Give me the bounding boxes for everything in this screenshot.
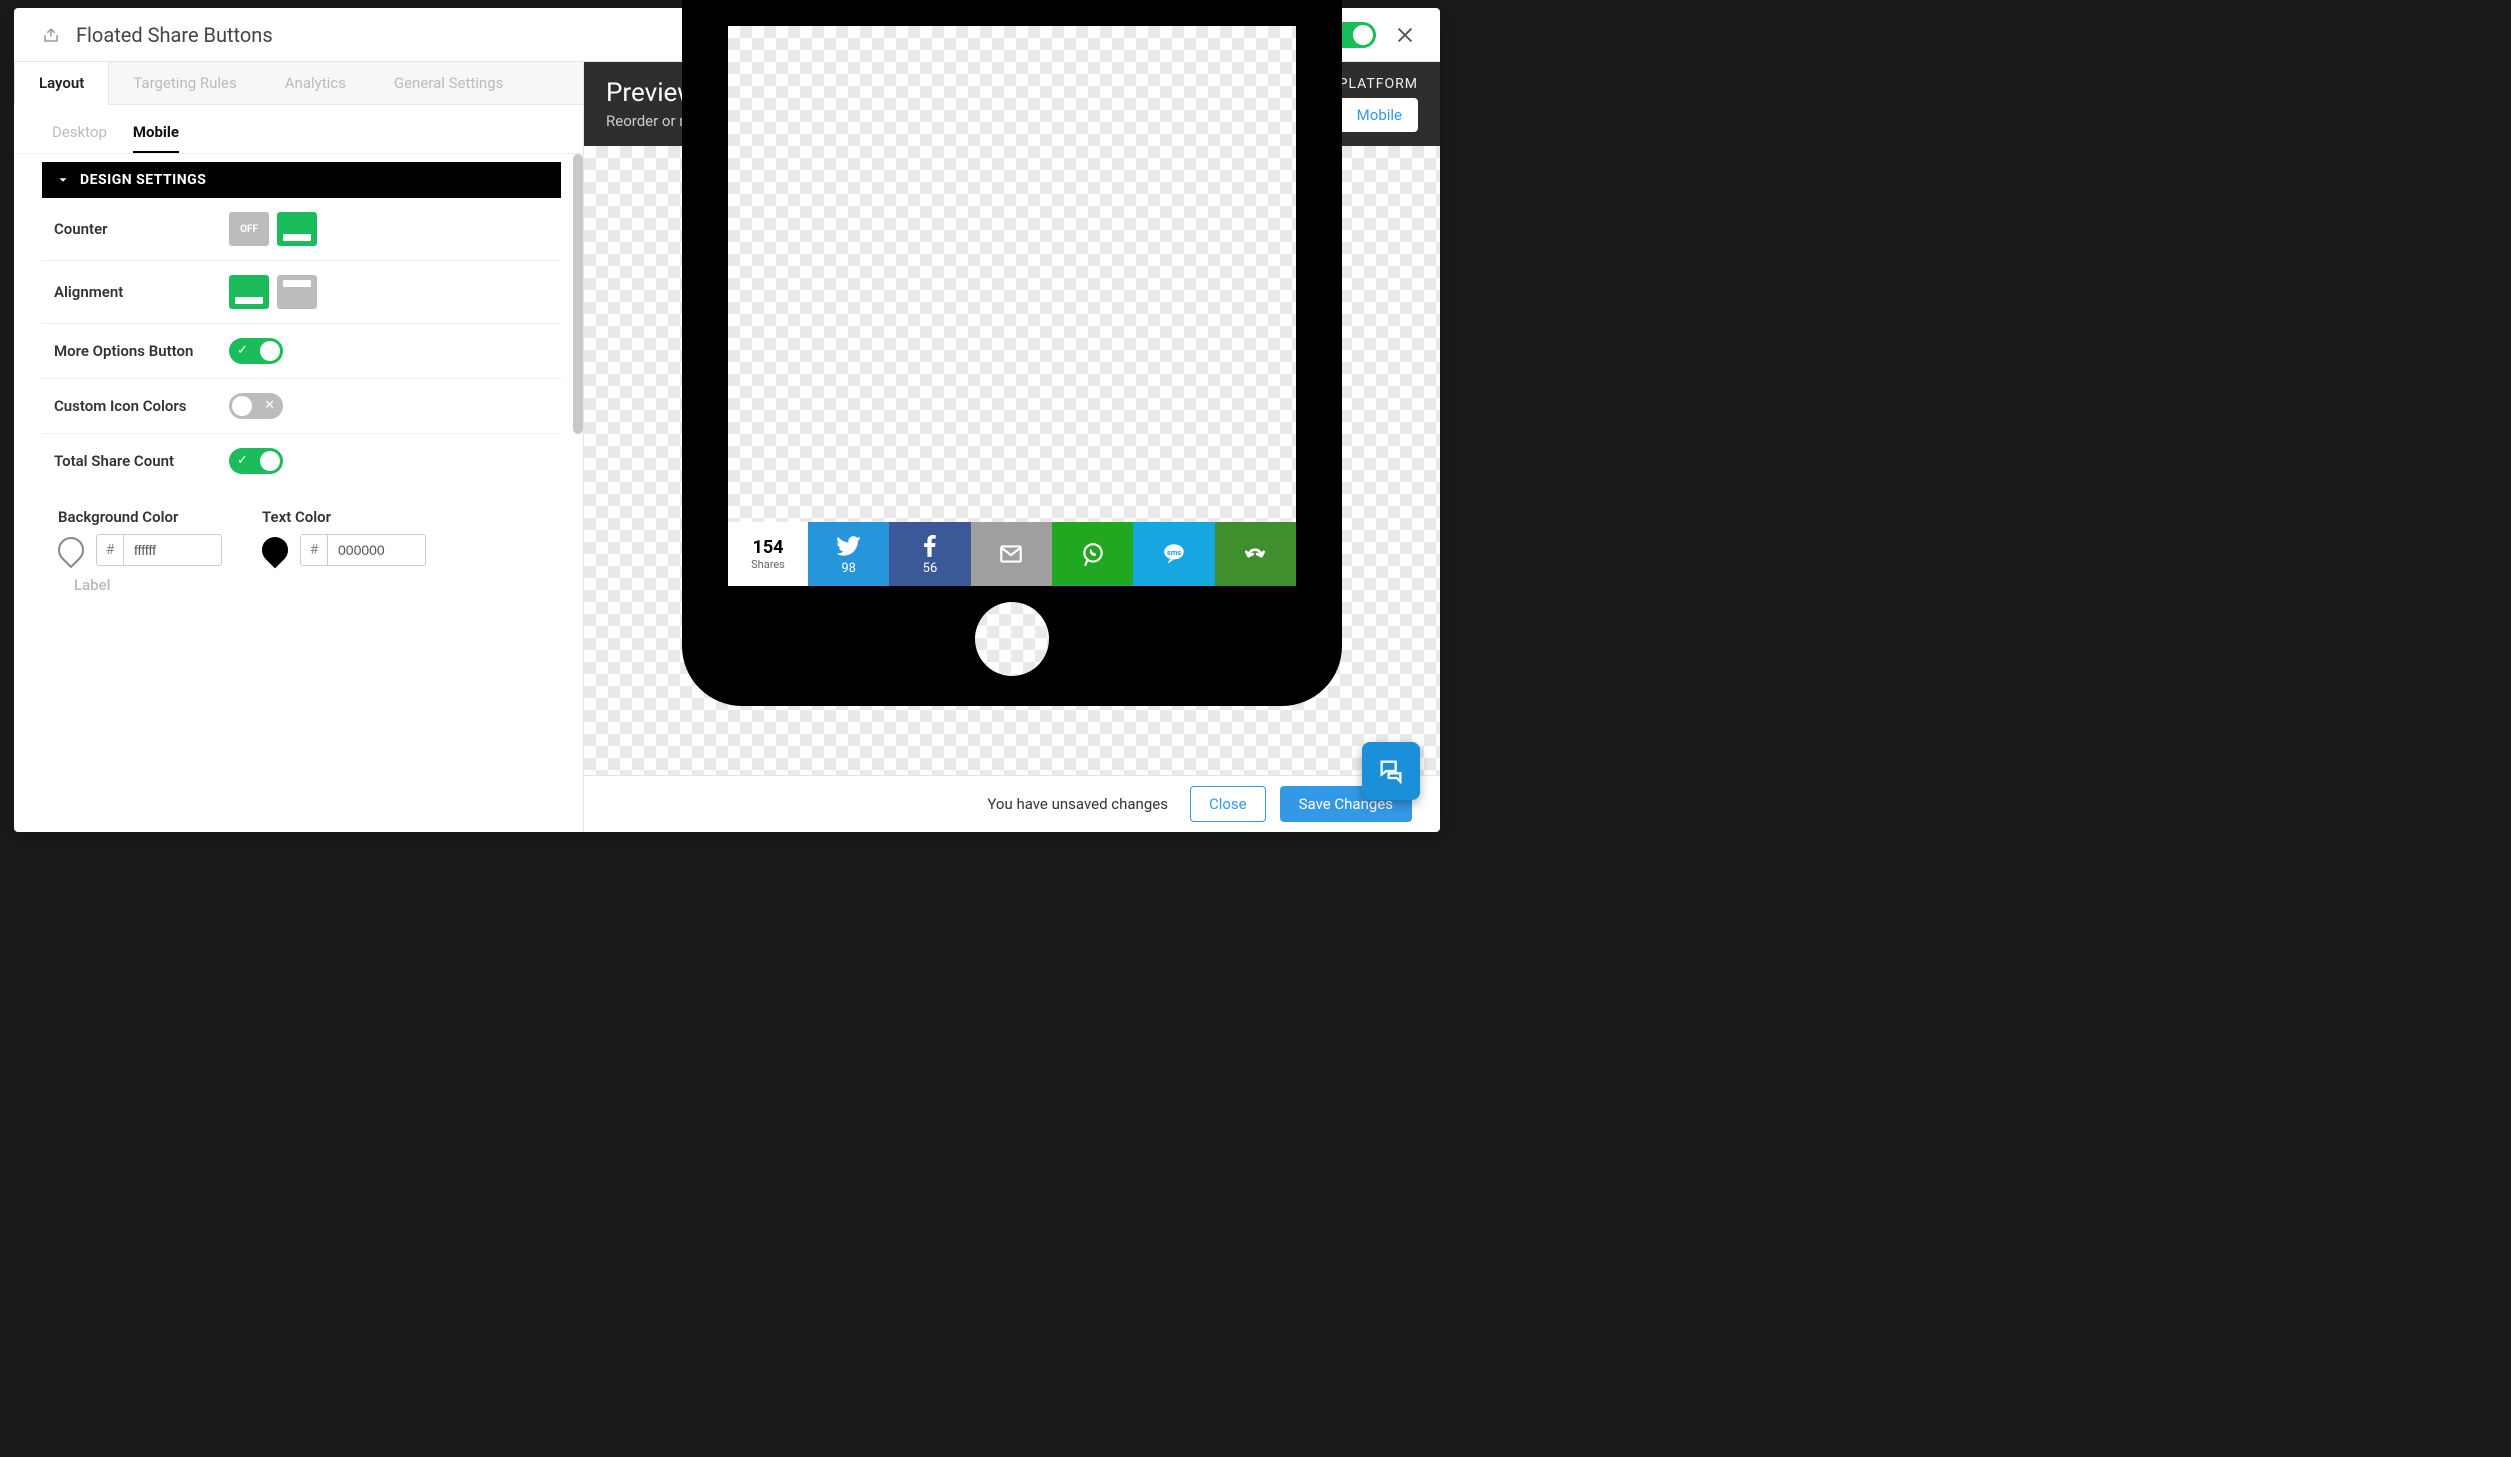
share-out-icon (42, 26, 60, 44)
custom-colors-toggle[interactable]: ✕ (229, 393, 283, 419)
share-facebook[interactable]: 56 (889, 522, 970, 586)
sms-icon: sms (1161, 541, 1187, 567)
more-options-toggle[interactable]: ✓ (229, 338, 283, 364)
whatsapp-icon (1080, 541, 1106, 567)
text-color-label: Text Color (262, 508, 426, 526)
total-share-label: Total Share Count (54, 452, 229, 470)
close-icon[interactable] (1394, 24, 1416, 46)
share-total-number: 154 (753, 537, 784, 558)
share-sms[interactable]: sms (1133, 522, 1214, 586)
footer-bar: You have unsaved changes Close Save Chan… (584, 775, 1440, 832)
alignment-option-bottom[interactable] (229, 275, 269, 309)
svg-text:sms: sms (1167, 548, 1181, 557)
chevron-down-icon (56, 173, 70, 187)
counter-option-on[interactable] (277, 212, 317, 246)
facebook-count: 56 (923, 561, 938, 576)
settings-scroll[interactable]: DESIGN SETTINGS Counter OFF Alignment (14, 154, 583, 832)
bg-color-swatch-icon[interactable] (53, 532, 90, 569)
alignment-label: Alignment (54, 283, 229, 301)
share-twitter[interactable]: 98 (808, 522, 889, 586)
bg-color-item: Background Color # (58, 508, 222, 566)
chat-icon (1377, 757, 1405, 785)
twitter-count: 98 (841, 561, 856, 576)
counter-options: OFF (229, 212, 317, 246)
design-section-title: DESIGN SETTINGS (80, 172, 206, 188)
main-tabs: Layout Targeting Rules Analytics General… (14, 62, 583, 105)
label-field: Label (58, 566, 545, 604)
total-share-toggle[interactable]: ✓ (229, 448, 283, 474)
share-email[interactable] (971, 522, 1052, 586)
email-icon (998, 541, 1024, 567)
more-options-row: More Options Button ✓ (42, 324, 561, 379)
custom-colors-row: Custom Icon Colors ✕ (42, 379, 561, 434)
phone-home-button (975, 602, 1049, 676)
tab-targeting[interactable]: Targeting Rules (109, 62, 260, 104)
alignment-row: Alignment (42, 261, 561, 324)
custom-colors-label: Custom Icon Colors (54, 397, 229, 415)
modal: Floated Share Buttons ✓ Layout Targeting… (14, 8, 1440, 832)
platform-mobile[interactable]: Mobile (1341, 98, 1418, 132)
text-color-item: Text Color # (262, 508, 426, 566)
unsaved-text: You have unsaved changes (987, 795, 1168, 813)
text-color-input[interactable] (328, 534, 426, 566)
text-color-hash: # (300, 534, 328, 566)
preview-column: Preview Reorder or remove by clicking/dr… (584, 62, 1440, 832)
color-block: Background Color # Text Color (42, 496, 561, 616)
bg-color-label: Background Color (58, 508, 222, 526)
facebook-icon (917, 533, 943, 559)
alignment-option-top[interactable] (277, 275, 317, 309)
share-bar: 154 Shares 98 56 (728, 522, 1296, 586)
counter-option-off[interactable]: OFF (229, 212, 269, 246)
counter-label: Counter (54, 220, 229, 238)
counter-row: Counter OFF (42, 198, 561, 261)
phone-mockup: 154 Shares 98 56 (682, 0, 1342, 706)
color-row: Background Color # Text Color (58, 508, 545, 566)
subtab-desktop[interactable]: Desktop (52, 115, 107, 153)
more-icon (1242, 541, 1268, 567)
share-total: 154 Shares (728, 522, 808, 586)
share-total-label: Shares (751, 558, 785, 571)
bg-color-input[interactable] (124, 534, 222, 566)
toggle-knob (1353, 25, 1373, 45)
share-whatsapp[interactable] (1052, 522, 1133, 586)
phone-screen: 154 Shares 98 56 (728, 26, 1296, 586)
text-color-swatch-icon[interactable] (257, 532, 294, 569)
more-options-label: More Options Button (54, 342, 229, 360)
alignment-options (229, 275, 317, 309)
total-share-row: Total Share Count ✓ (42, 434, 561, 488)
device-subtabs: Desktop Mobile (14, 105, 583, 154)
subtab-mobile[interactable]: Mobile (133, 115, 179, 153)
close-button[interactable]: Close (1190, 786, 1266, 822)
design-section-header[interactable]: DESIGN SETTINGS (42, 162, 561, 198)
tab-general[interactable]: General Settings (370, 62, 528, 104)
tab-layout[interactable]: Layout (14, 62, 109, 105)
preview-area: 154 Shares 98 56 (584, 146, 1440, 775)
tab-analytics[interactable]: Analytics (261, 62, 370, 104)
left-column: Layout Targeting Rules Analytics General… (14, 62, 584, 832)
twitter-icon (836, 533, 862, 559)
settings-panel: DESIGN SETTINGS Counter OFF Alignment (14, 162, 583, 616)
share-more[interactable] (1215, 522, 1296, 586)
bg-color-hash: # (96, 534, 124, 566)
chat-fab[interactable] (1362, 742, 1420, 800)
modal-body: Layout Targeting Rules Analytics General… (14, 62, 1440, 832)
